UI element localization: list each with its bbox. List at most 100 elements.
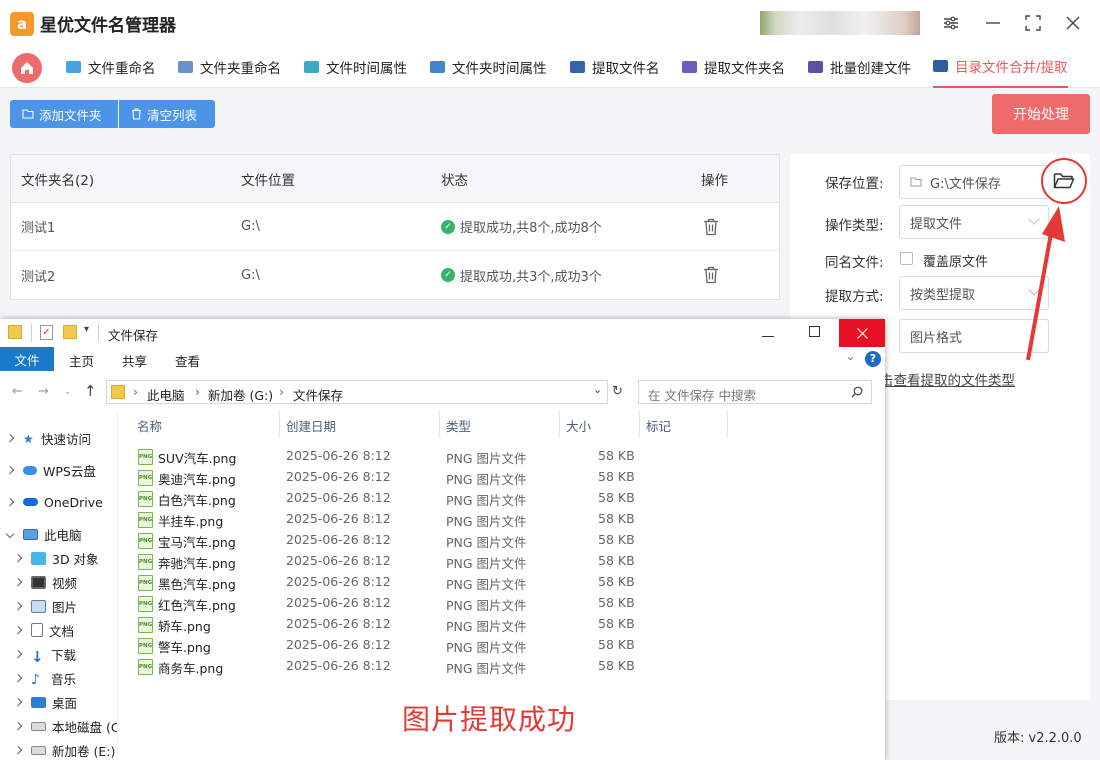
save-location-field[interactable]: G:\文件保存: [899, 165, 1049, 199]
nav-music[interactable]: ♪ 音乐: [13, 667, 76, 689]
nav-this-pc[interactable]: 此电脑: [5, 523, 82, 545]
col-type[interactable]: 类型: [446, 416, 471, 435]
ribbon-tab-share[interactable]: 共享: [122, 351, 147, 370]
home-icon[interactable]: [12, 53, 42, 83]
minimize-icon[interactable]: [762, 323, 774, 337]
ribbon-tab-view[interactable]: 查看: [175, 351, 200, 370]
ribbon-tab-home[interactable]: 主页: [69, 351, 94, 370]
col-created[interactable]: 创建日期: [286, 416, 336, 435]
tab-folder-time[interactable]: 文件夹时间属性: [430, 46, 547, 88]
nav-quick-access[interactable]: ★ 快速访问: [5, 427, 91, 449]
folder-icon: [22, 109, 34, 119]
nav-downloads[interactable]: ↓ 下载: [13, 643, 76, 666]
maximize-icon[interactable]: [1020, 10, 1046, 36]
logo-letter: a: [16, 15, 28, 33]
minimize-icon[interactable]: [980, 10, 1006, 36]
col-name[interactable]: 名称: [137, 416, 162, 435]
tab-folder-rename[interactable]: 文件夹重命名: [178, 46, 281, 88]
file-row[interactable]: PNG 白色汽车.png 2025-06-26 8:12 PNG 图片文件 58 KB: [136, 488, 736, 509]
file-type: PNG 图片文件: [446, 472, 527, 487]
clear-list-button[interactable]: 清空列表: [119, 100, 215, 128]
tab-extract-filename[interactable]: 提取文件名: [570, 46, 660, 88]
png-file-icon: PNG: [138, 596, 153, 612]
breadcrumb-chevron: ›: [279, 384, 284, 399]
nav-wps-cloud[interactable]: WPS云盘: [5, 459, 96, 481]
explorer-window: ✓ ▾ 文件保存 文件 主页 共享 查看 ⌄ ? ← → ⌄ ↑ › 此电脑 ›…: [0, 319, 885, 760]
back-arrow-icon[interactable]: ←: [12, 384, 23, 399]
file-row[interactable]: PNG 半挂车.png 2025-06-26 8:12 PNG 图片文件 58 KB: [136, 509, 736, 530]
new-folder-icon[interactable]: [63, 325, 77, 339]
file-row[interactable]: PNG 轿车.png 2025-06-26 8:12 PNG 图片文件 58 KB: [136, 614, 736, 635]
start-button[interactable]: 开始处理: [992, 94, 1090, 134]
file-row[interactable]: PNG 红色汽车.png 2025-06-26 8:12 PNG 图片文件 58 KB: [136, 593, 736, 614]
add-folder-button[interactable]: 添加文件夹: [10, 100, 118, 128]
file-date: 2025-06-26 8:12: [286, 637, 391, 652]
breadcrumb-this-pc[interactable]: 此电脑: [147, 385, 185, 404]
close-button[interactable]: [839, 319, 885, 347]
nav-desktop[interactable]: 桌面: [13, 691, 77, 713]
nav-3d-objects[interactable]: 3D 对象: [13, 547, 99, 569]
search-input[interactable]: 在 文件保存 中搜索: [638, 380, 872, 404]
file-row[interactable]: PNG SUV汽车.png 2025-06-26 8:12 PNG 图片文件 58 KB: [136, 446, 736, 467]
chevron-down-icon[interactable]: ⌄: [846, 350, 855, 363]
trash-icon: [704, 218, 718, 235]
tab-label: 文件夹时间属性: [452, 61, 547, 77]
music-icon: ♪: [31, 671, 40, 688]
file-types-link[interactable]: 击查看提取的文件类型: [880, 369, 1015, 389]
file-row[interactable]: PNG 宝马汽车.png 2025-06-26 8:12 PNG 图片文件 58 KB: [136, 530, 736, 551]
ribbon-tab-file[interactable]: 文件: [0, 347, 54, 371]
nav-label: 新加卷 (E:): [52, 743, 116, 759]
user-avatar[interactable]: [760, 11, 920, 35]
file-date: 2025-06-26 8:12: [286, 574, 391, 589]
browse-folder-button[interactable]: [1041, 158, 1087, 204]
column-divider[interactable]: [559, 411, 560, 437]
nav-volume-e[interactable]: 新加卷 (E:): [13, 739, 116, 760]
file-date: 2025-06-26 8:12: [286, 553, 391, 568]
quick-access-dropdown-icon[interactable]: ▾: [84, 324, 89, 335]
png-file-icon: PNG: [138, 470, 153, 486]
forward-arrow-icon[interactable]: →: [38, 384, 49, 399]
extract-mode-label: 提取方式:: [825, 289, 884, 305]
png-file-icon: PNG: [138, 533, 153, 549]
file-row[interactable]: PNG 商务车.png 2025-06-26 8:12 PNG 图片文件 58 KB: [136, 656, 736, 677]
file-type: PNG 图片文件: [446, 451, 527, 466]
tab-dir-merge-extract[interactable]: 目录文件合并/提取: [933, 46, 1068, 88]
file-row[interactable]: PNG 奔驰汽车.png 2025-06-26 8:12 PNG 图片文件 58 KB: [136, 551, 736, 572]
recent-dropdown-icon[interactable]: ⌄: [64, 387, 72, 397]
maximize-icon[interactable]: [809, 326, 820, 337]
close-icon[interactable]: [1060, 10, 1086, 36]
up-arrow-icon[interactable]: ↑: [84, 382, 97, 400]
column-divider[interactable]: [639, 411, 640, 437]
nav-videos[interactable]: 视频: [13, 571, 77, 593]
col-size[interactable]: 大小: [566, 416, 591, 435]
tab-batch-create[interactable]: 批量创建文件: [808, 46, 911, 88]
nav-local-disk-c[interactable]: 本地磁盘 (C: [13, 715, 117, 737]
column-divider[interactable]: [727, 411, 728, 437]
column-divider[interactable]: [279, 411, 280, 437]
help-icon[interactable]: ?: [865, 351, 881, 367]
refresh-icon[interactable]: ↻: [612, 384, 623, 399]
delete-row-button[interactable]: [703, 251, 719, 299]
overwrite-checkbox[interactable]: [900, 252, 913, 265]
breadcrumb-folder[interactable]: 文件保存: [293, 385, 343, 404]
tab-extract-foldername[interactable]: 提取文件夹名: [682, 46, 785, 88]
file-row[interactable]: PNG 警车.png 2025-06-26 8:12 PNG 图片文件 58 KB: [136, 635, 736, 656]
address-bar[interactable]: › 此电脑 › 新加卷 (G:) › 文件保存 ⌄: [106, 380, 608, 404]
properties-icon[interactable]: ✓: [40, 325, 53, 340]
tab-file-rename[interactable]: 文件重命名: [66, 46, 156, 88]
nav-documents[interactable]: 文档: [13, 619, 74, 641]
tab-label: 批量创建文件: [830, 61, 911, 77]
settings-icon[interactable]: [938, 10, 964, 36]
breadcrumb-drive[interactable]: 新加卷 (G:): [208, 385, 273, 404]
nav-onedrive[interactable]: OneDrive: [5, 491, 103, 513]
tab-file-time[interactable]: 文件时间属性: [304, 46, 407, 88]
same-name-label: 同名文件:: [825, 255, 884, 271]
address-dropdown-icon[interactable]: ⌄: [593, 383, 602, 396]
column-divider[interactable]: [439, 411, 440, 437]
row-location: G:\: [241, 219, 260, 234]
delete-row-button[interactable]: [703, 203, 719, 250]
file-row[interactable]: PNG 黑色汽车.png 2025-06-26 8:12 PNG 图片文件 58 KB: [136, 572, 736, 593]
nav-pictures[interactable]: 图片: [13, 595, 77, 617]
file-row[interactable]: PNG 奥迪汽车.png 2025-06-26 8:12 PNG 图片文件 58 KB: [136, 467, 736, 488]
col-tags[interactable]: 标记: [646, 416, 671, 435]
